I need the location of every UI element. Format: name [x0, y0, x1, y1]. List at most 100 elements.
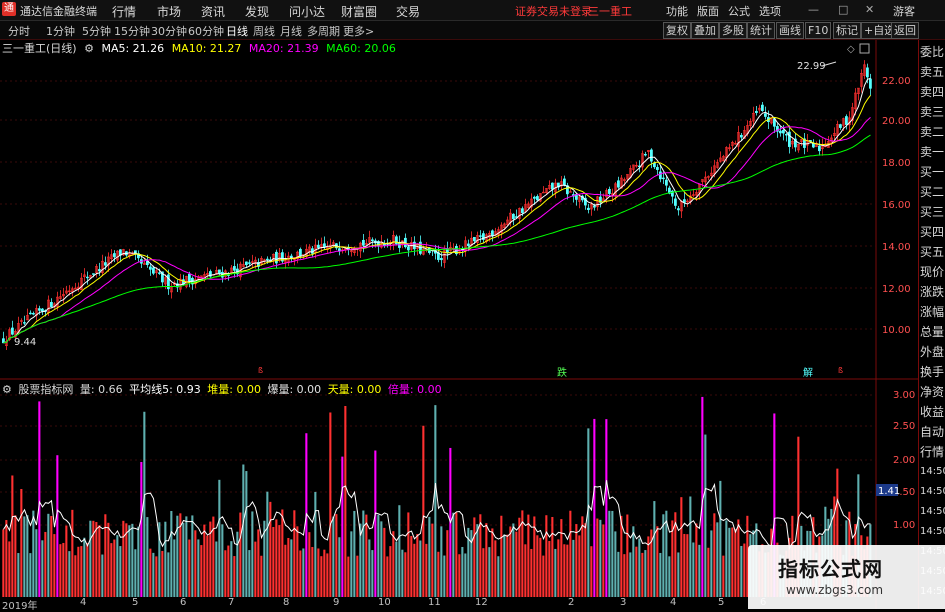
tab-30min[interactable]: 30分钟	[151, 23, 187, 39]
quote-panel-item[interactable]: 行情	[920, 442, 945, 462]
candle-body	[592, 205, 596, 208]
guest-user[interactable]: 游客	[893, 3, 915, 19]
tongji-button[interactable]: 统计	[747, 22, 775, 39]
quote-panel-item[interactable]: 净资	[920, 382, 945, 402]
f10-button[interactable]: F10	[805, 22, 832, 39]
candle-body	[370, 239, 374, 242]
volume-bar	[14, 515, 17, 597]
tab-weekly[interactable]: 周线	[253, 23, 275, 39]
quote-panel-item[interactable]: 卖一	[920, 142, 945, 162]
quote-panel-item[interactable]: 委比	[920, 42, 945, 62]
quote-panel-item[interactable]: 卖三	[920, 102, 945, 122]
back-button[interactable]: 返回	[891, 22, 919, 39]
quote-panel-item[interactable]: 买五	[920, 242, 945, 262]
price-tick: 20.00	[882, 116, 911, 127]
quote-panel-item[interactable]: 卖二	[920, 122, 945, 142]
quote-panel-item[interactable]: 买三	[920, 202, 945, 222]
quote-panel-item[interactable]: 14:50	[920, 482, 945, 502]
watermark-logo: 指标公式网 www.zbgs3.com	[748, 545, 945, 609]
tab-60min[interactable]: 60分钟	[188, 23, 224, 39]
quote-panel-item[interactable]: 涨跌	[920, 282, 945, 302]
diejia-button[interactable]: 叠加	[691, 22, 719, 39]
menu-banmian[interactable]: 版面	[697, 3, 719, 19]
volume-bar	[437, 551, 440, 597]
quote-panel-item[interactable]: 涨幅	[920, 302, 945, 322]
tab-fenshi[interactable]: 分时	[8, 23, 30, 39]
quote-panel-item[interactable]: 卖四	[920, 82, 945, 102]
volume-bar	[146, 517, 149, 597]
volume-bar	[440, 526, 443, 597]
kline-chart[interactable]: 22.00 20.00 18.00 16.00 14.00 12.00 10.0…	[0, 40, 918, 609]
tab-daily[interactable]: 日线	[226, 23, 248, 39]
tab-1min[interactable]: 1分钟	[46, 23, 75, 39]
menu-faxian[interactable]: 发现	[245, 3, 269, 20]
expand-icon[interactable]: ◇	[847, 44, 855, 55]
quote-panel-item[interactable]: 买二	[920, 182, 945, 202]
candle-body	[568, 191, 572, 193]
quote-panel-item[interactable]: 自动	[920, 422, 945, 442]
volume-current-value: 1.41	[878, 486, 900, 497]
quote-side-panel: 委比 卖五 卖四 卖三 卖二 卖一 买一 买二 买三 买四 买五 现价 涨跌 涨幅 总量 外盘 换手 净资 收益 自动…	[918, 40, 945, 609]
volume-bar	[659, 552, 662, 597]
settings-icon[interactable]: ⚙	[2, 383, 12, 396]
tab-multi-period[interactable]: 多周期	[307, 23, 340, 39]
volume-bar	[458, 554, 461, 597]
menu-jiaoyi[interactable]: 交易	[396, 3, 420, 20]
quote-panel-item[interactable]: 总量	[920, 322, 945, 342]
quote-panel-item[interactable]: 14:50	[920, 462, 945, 482]
login-status[interactable]: 证券交易未登录	[515, 3, 592, 19]
volume-bar	[698, 544, 701, 597]
volume-bar	[221, 524, 224, 597]
menu-gongshi[interactable]: 公式	[728, 3, 750, 19]
candle-body	[406, 246, 410, 251]
volume-bar	[59, 544, 62, 597]
menu-wenxiaoda[interactable]: 问小达	[289, 3, 325, 20]
quote-panel-item[interactable]: 14:50	[920, 502, 945, 522]
duogu-button[interactable]: 多股	[719, 22, 747, 39]
settings-icon[interactable]: ⚙	[84, 42, 94, 55]
quote-panel-item[interactable]: 卖五	[920, 62, 945, 82]
volume-bar	[578, 535, 581, 597]
volume-bar	[488, 547, 491, 597]
volume-bar	[677, 552, 680, 597]
minimize-icon[interactable]: —	[808, 3, 819, 16]
date-tick: 2	[568, 597, 575, 608]
menu-shichang[interactable]: 市场	[157, 3, 181, 20]
quote-panel-item[interactable]: 现价	[920, 262, 945, 282]
volume-bar	[338, 537, 341, 597]
volume-bar	[275, 519, 278, 597]
menu-zixun[interactable]: 资讯	[201, 3, 225, 20]
volume-bar	[155, 556, 158, 597]
signal-marker: ß	[258, 366, 263, 375]
volume-bar	[251, 511, 254, 597]
quote-panel-item[interactable]: 换手	[920, 362, 945, 382]
fuquan-button[interactable]: 复权	[663, 22, 691, 39]
candle-body	[658, 171, 662, 180]
close-icon[interactable]: ✕	[865, 3, 874, 16]
candle-body	[337, 248, 341, 252]
quote-panel-item[interactable]: 14:50	[920, 522, 945, 542]
quote-panel-item[interactable]: 外盘	[920, 342, 945, 362]
window-icon[interactable]	[859, 43, 870, 54]
biaoji-button[interactable]: 标记	[833, 22, 861, 39]
huaxian-button[interactable]: 画线	[776, 22, 804, 39]
date-tick: 2019年	[2, 601, 38, 612]
volume-value: 量: 0.66	[79, 383, 123, 396]
tab-5min[interactable]: 5分钟	[82, 23, 111, 39]
quote-panel-item[interactable]: 买四	[920, 222, 945, 242]
tab-monthly[interactable]: 月线	[280, 23, 302, 39]
tab-15min[interactable]: 15分钟	[114, 23, 150, 39]
tab-more[interactable]: 更多>	[343, 23, 374, 39]
period-tab-bar: 分时 1分钟 5分钟 15分钟 30分钟 60分钟 日线 周线 月线 多周期 更…	[0, 21, 945, 40]
volume-bar	[656, 526, 659, 597]
candle-body	[535, 196, 539, 201]
menu-caifuquan[interactable]: 财富圈	[341, 3, 377, 20]
volume-bar	[695, 523, 698, 597]
volume-bar	[137, 526, 140, 597]
quote-panel-item[interactable]: 买一	[920, 162, 945, 182]
menu-gongneng[interactable]: 功能	[666, 3, 688, 19]
menu-xuanxiang[interactable]: 选项	[759, 3, 781, 19]
maximize-icon[interactable]: □	[838, 3, 848, 16]
quote-panel-item[interactable]: 收益	[920, 402, 945, 422]
menu-hangqing[interactable]: 行情	[112, 3, 136, 20]
